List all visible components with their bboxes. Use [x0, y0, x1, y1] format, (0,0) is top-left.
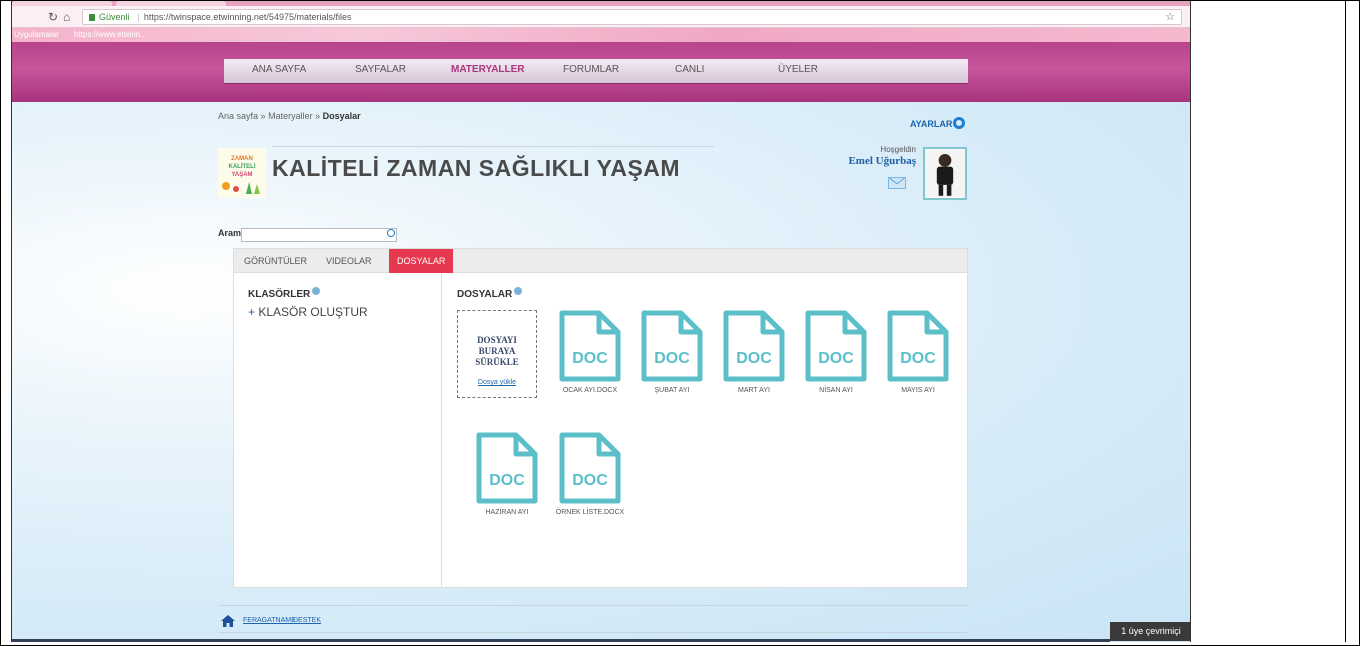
settings-label: AYARLAR [910, 119, 953, 129]
nav-home[interactable]: ANA SAYFA [252, 59, 306, 84]
file-name: ŞUBAT AYI [654, 387, 690, 394]
folders-title: KLASÖRLER [248, 287, 321, 300]
project-logo: ZAMAN KALİTELİ YAŞAM [218, 148, 266, 198]
tab-images[interactable]: GÖRÜNTÜLER [236, 249, 315, 273]
create-folder-label: KLASÖR OLUŞTUR [258, 305, 368, 319]
tab-videos[interactable]: VIDEOLAR [318, 249, 380, 273]
file-name: HAZİRAN AYI [485, 509, 529, 516]
doc-badge: DOC [736, 350, 772, 367]
doc-file-icon: DOC [559, 310, 621, 382]
bookmark-apps[interactable]: Uygulamalar [14, 28, 59, 42]
empty-margin [1191, 1, 1346, 642]
doc-file-icon: DOC [641, 310, 703, 382]
create-folder-button[interactable]: + KLASÖR OLUŞTUR [248, 305, 368, 319]
mail-icon[interactable] [888, 177, 906, 189]
info-icon[interactable] [514, 287, 523, 295]
file-name: ÖRNEK LİSTE.DOCX [555, 509, 625, 516]
settings-button[interactable]: AYARLAR [910, 117, 966, 129]
online-members-badge[interactable]: 1 üye çevrimiçi [1110, 622, 1190, 641]
file-name: MAYIS AYI [901, 387, 935, 394]
folders-sidebar: KLASÖRLER + KLASÖR OLUŞTUR [234, 273, 442, 587]
svg-text:YAŞAM: YAŞAM [231, 172, 252, 178]
dropzone-line: DOSYAYI [477, 335, 517, 345]
doc-badge: DOC [654, 350, 690, 367]
avatar[interactable] [923, 147, 967, 200]
secure-label: Güvenli [99, 12, 130, 22]
file-name: MART AYI [738, 387, 770, 394]
folders-title-text: KLASÖRLER [248, 289, 311, 300]
user-photo [925, 149, 965, 198]
doc-file-icon: DOC [559, 432, 621, 504]
svg-text:KALİTELİ: KALİTELİ [229, 163, 256, 170]
materials-panel: GÖRÜNTÜLER VIDEOLAR DOSYALAR KLASÖRLER +… [233, 248, 968, 588]
browser-window: ↻ ⌂ Güvenli | https://twinspace.etwinning.… [11, 1, 1191, 642]
breadcrumb-home[interactable]: Ana sayfa [218, 111, 258, 121]
info-icon[interactable] [312, 287, 321, 295]
search-input[interactable] [241, 228, 397, 242]
main-nav: ANA SAYFA SAYFALAR MATERYALLER FORUMLAR … [224, 59, 968, 84]
doc-file-icon: DOC [476, 432, 538, 504]
doc-badge: DOC [572, 472, 608, 489]
file-name: NİSAN AYI [819, 387, 853, 394]
bookmarks-bar: Uygulamalar https://www.etwinn... [12, 28, 1190, 42]
doc-badge: DOC [489, 472, 525, 489]
page-content: Ana sayfa » Materyaller » Dosyalar AYARL… [12, 102, 1190, 642]
home-icon[interactable]: ⌂ [63, 10, 70, 24]
search-icon[interactable] [387, 229, 395, 237]
browser-toolbar: ↻ ⌂ Güvenli | https://twinspace.etwinning.… [12, 6, 1190, 28]
dropzone-text: DOSYAYI BURAYA SÜRÜKLE [458, 335, 536, 368]
nav-live[interactable]: CANLI [675, 59, 704, 84]
bookmark-etwinning[interactable]: https://www.etwinn... [74, 28, 147, 42]
gear-icon [953, 117, 966, 129]
screenshot-frame: ↻ ⌂ Güvenli | https://twinspace.etwinning.… [0, 0, 1360, 646]
tab-files[interactable]: DOSYALAR [389, 249, 454, 273]
footer-support-link[interactable]: DESTEK [293, 617, 321, 624]
plus-icon: + [248, 305, 259, 319]
welcome-block: Hoşgeldin Emel Uğurbaş [812, 145, 916, 167]
dropzone-line: BURAYA [478, 346, 516, 356]
breadcrumb: Ana sayfa » Materyaller » Dosyalar [218, 111, 361, 121]
materials-tabs: GÖRÜNTÜLER VIDEOLAR DOSYALAR [234, 249, 967, 273]
files-title-text: DOSYALAR [457, 289, 513, 300]
address-separator: | [137, 12, 140, 22]
doc-file-icon: DOC [887, 310, 949, 382]
dropzone-line: SÜRÜKLE [475, 357, 519, 367]
border-line [1345, 1, 1346, 642]
breadcrumb-separator: » [315, 111, 321, 121]
file-name: OCAK AYI.DOCX [562, 387, 618, 394]
files-title: DOSYALAR [457, 287, 523, 300]
nav-pages[interactable]: SAYFALAR [355, 59, 406, 84]
lock-icon [89, 14, 95, 21]
site-header: ANA SAYFA SAYFALAR MATERYALLER FORUMLAR … [12, 42, 1190, 102]
nav-materials[interactable]: MATERYALLER [451, 59, 525, 84]
reload-icon[interactable]: ↻ [48, 10, 58, 24]
breadcrumb-materials[interactable]: Materyaller [268, 111, 313, 121]
bookmark-star-icon[interactable]: ☆ [1165, 10, 1175, 24]
file-dropzone[interactable]: DOSYAYI BURAYA SÜRÜKLE Dosya yükle [457, 310, 537, 398]
footer-divider [218, 632, 968, 633]
user-name[interactable]: Emel Uğurbaş [812, 155, 916, 167]
doc-badge: DOC [818, 350, 854, 367]
footer-divider [218, 605, 968, 606]
breadcrumb-separator: » [260, 111, 266, 121]
nav-forums[interactable]: FORUMLAR [563, 59, 619, 84]
address-bar[interactable]: Güvenli | https://twinspace.etwinning.net/… [82, 9, 1182, 25]
doc-file-icon: DOC [805, 310, 867, 382]
upload-file-link[interactable]: Dosya yükle [458, 379, 536, 386]
footer-disclaimer-link[interactable]: FERAGATNAME [243, 617, 296, 624]
doc-file-icon: DOC [723, 310, 785, 382]
project-title: KALİTELİ ZAMAN SAĞLIKLI YAŞAM [272, 155, 681, 181]
doc-badge: DOC [572, 350, 608, 367]
svg-text:ZAMAN: ZAMAN [231, 156, 253, 162]
doc-badge: DOC [900, 350, 936, 367]
nav-members[interactable]: ÜYELER [778, 59, 818, 84]
files-area: DOSYALAR DOSYAYI BURAYA SÜRÜKLE Dosya yü… [442, 273, 968, 587]
title-divider [272, 146, 714, 147]
home-icon[interactable] [221, 615, 235, 627]
welcome-text: Hoşgeldin [880, 145, 916, 154]
url-text: https://twinspace.etwinning.net/54975/ma… [143, 12, 352, 22]
taskbar-strip [12, 639, 1110, 642]
breadcrumb-current: Dosyalar [322, 111, 361, 121]
